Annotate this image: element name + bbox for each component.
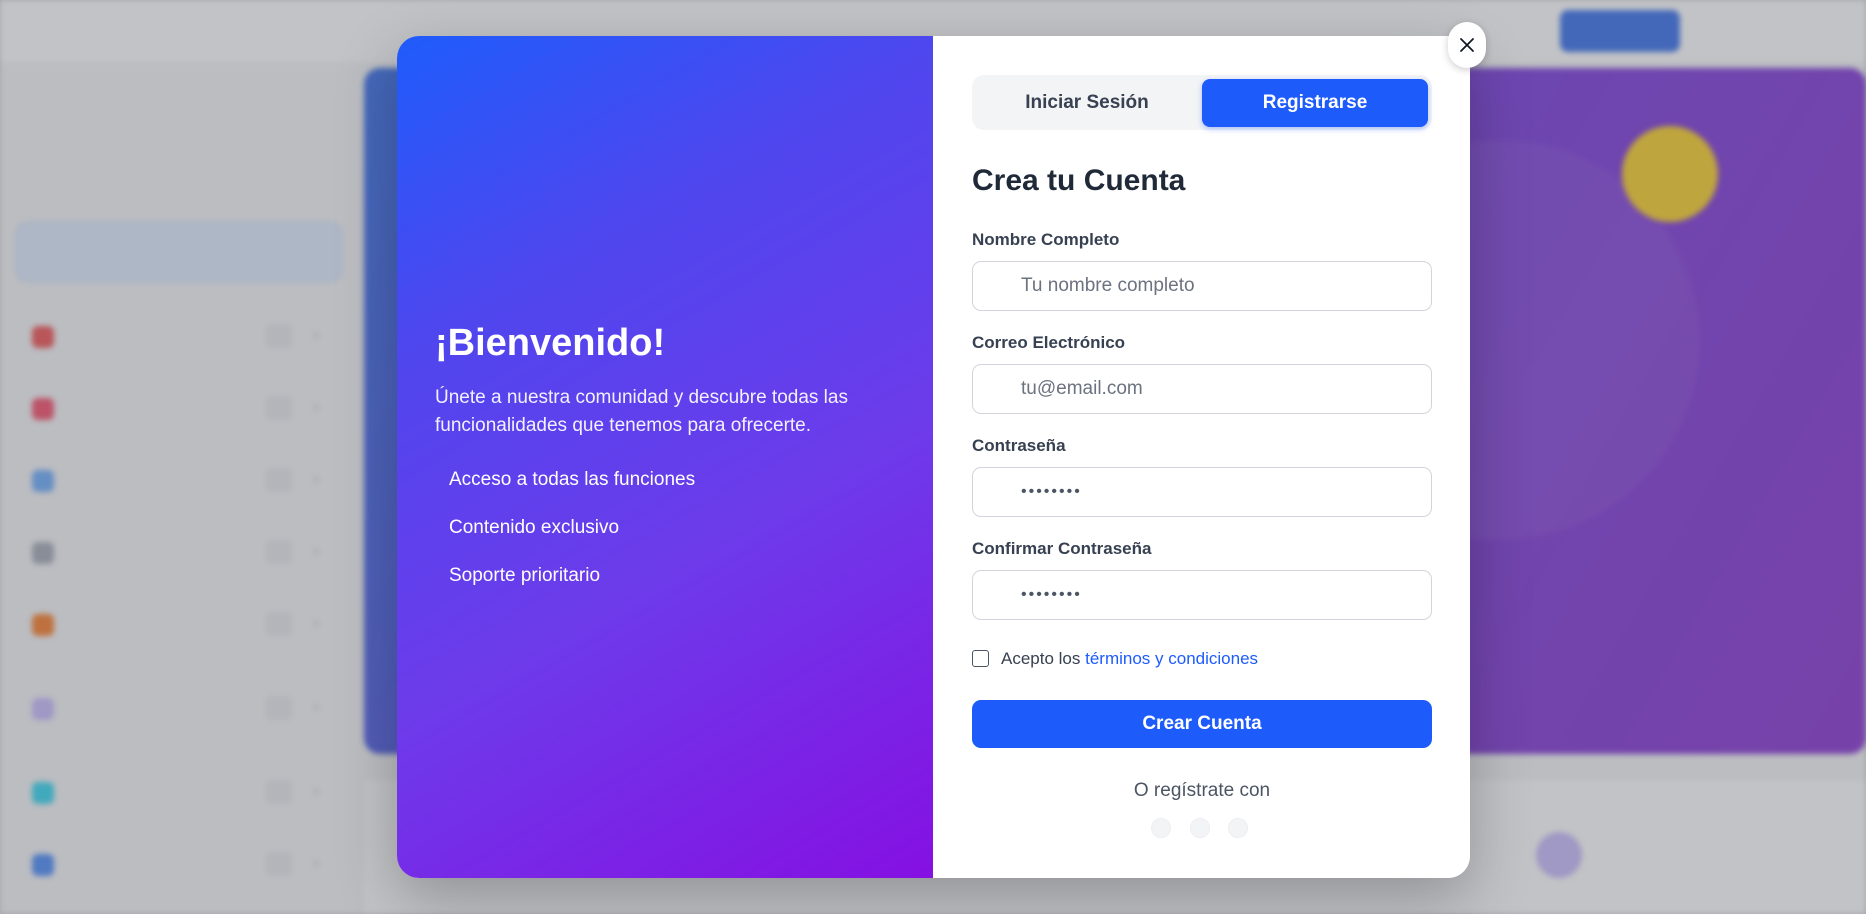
full-name-label: Nombre Completo — [972, 230, 1120, 249]
close-modal-button[interactable] — [1448, 22, 1486, 68]
email-input[interactable] — [1021, 365, 1421, 413]
welcome-title: ¡Bienvenido! — [435, 322, 666, 364]
confirm-password-input[interactable] — [1021, 571, 1421, 619]
confirm-password-label: Confirmar Contraseña — [972, 539, 1152, 558]
tab-login[interactable]: Iniciar Sesión — [976, 79, 1198, 127]
terms-prefix: Acepto los — [1001, 649, 1086, 668]
full-name-input[interactable] — [1021, 262, 1421, 310]
auth-modal: ¡Bienvenido! Únete a nuestra comunidad y… — [397, 36, 1470, 878]
terms-checkbox[interactable] — [972, 650, 989, 667]
email-field-wrapper — [972, 364, 1432, 414]
social-login-button[interactable] — [1190, 818, 1210, 838]
welcome-text: Únete a nuestra comunidad y descubre tod… — [435, 387, 848, 436]
welcome-panel: ¡Bienvenido! Únete a nuestra comunidad y… — [397, 36, 933, 878]
confirm-password-field-wrapper — [972, 570, 1432, 620]
form-title: Crea tu Cuenta — [972, 164, 1186, 197]
form-panel: Iniciar Sesión Registrarse Crea tu Cuent… — [933, 36, 1470, 878]
benefit-item: Soporte prioritario — [449, 565, 601, 586]
close-icon — [1460, 38, 1474, 52]
lock-icon — [989, 483, 1007, 501]
benefit-item: Contenido exclusivo — [449, 517, 620, 538]
lock-icon — [989, 586, 1007, 604]
benefits-list: Acceso a todas las funciones Contenido e… — [449, 468, 695, 612]
benefit-item: Acceso a todas las funciones — [449, 469, 696, 490]
password-field-wrapper — [972, 467, 1432, 517]
password-label: Contraseña — [972, 436, 1066, 455]
create-account-button[interactable]: Crear Cuenta — [972, 700, 1432, 748]
social-buttons — [933, 818, 1470, 838]
terms-link[interactable]: términos y condiciones — [1085, 649, 1258, 668]
full-name-field-wrapper — [972, 261, 1432, 311]
user-icon — [989, 277, 1007, 295]
social-divider-text: O regístrate con — [1133, 780, 1271, 801]
terms-text: Acepto los términos y condiciones — [1001, 649, 1258, 669]
mail-icon — [989, 380, 1007, 398]
password-input[interactable] — [1021, 468, 1421, 516]
social-login-button[interactable] — [1151, 818, 1171, 838]
tab-register[interactable]: Registrarse — [1202, 79, 1428, 127]
auth-tabs: Iniciar Sesión Registrarse — [972, 75, 1432, 130]
email-label: Correo Electrónico — [972, 333, 1126, 352]
social-login-button[interactable] — [1228, 818, 1248, 838]
